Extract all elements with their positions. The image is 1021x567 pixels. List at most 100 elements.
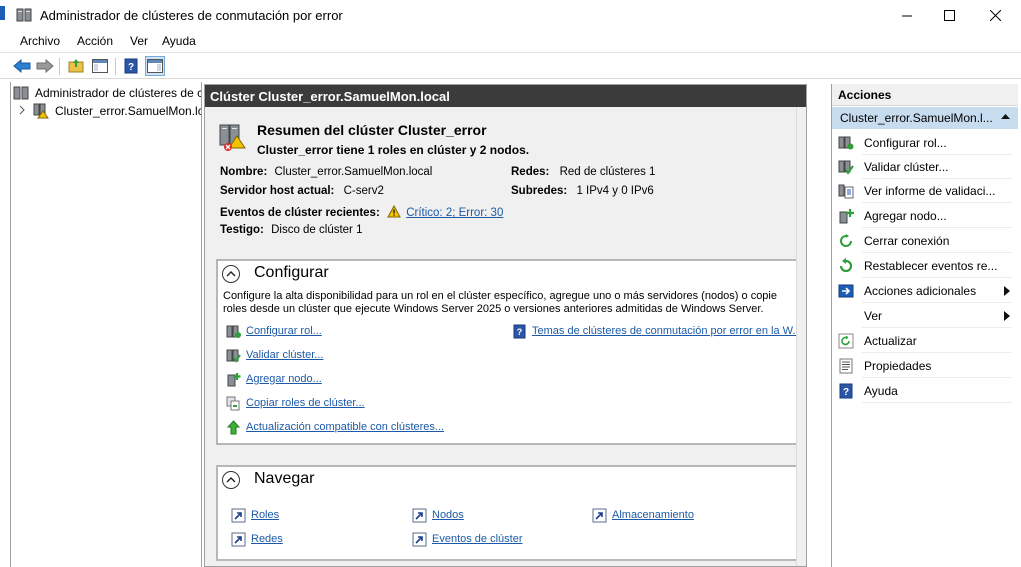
menu-ver[interactable]: Ver (130, 34, 148, 48)
back-button[interactable] (12, 56, 32, 76)
configure-description: Configure la alta disponibilidad para un… (223, 290, 777, 315)
add-node-icon (227, 373, 241, 387)
name-label: Nombre: (220, 166, 268, 178)
forward-button[interactable] (35, 56, 55, 76)
action-view-validation-report[interactable]: Ver informe de validaci... (832, 179, 1012, 203)
host-value: C-serv2 (343, 185, 384, 197)
validate-cluster-label: Validar clúster... (246, 349, 324, 361)
subnets-label: Subredes: (511, 185, 568, 197)
svg-text:?: ? (517, 327, 523, 337)
networks-label: Redes: (511, 166, 550, 178)
chevron-up-icon (226, 477, 236, 483)
minimize-icon (901, 15, 912, 17)
console-tree-icon (92, 59, 108, 73)
networks-value: Red de clústeres 1 (559, 166, 656, 178)
action-refresh[interactable]: Actualizar (832, 329, 1012, 353)
warning-icon (387, 204, 401, 218)
tree-item-cluster[interactable]: Cluster_error.SamuelMon.lc (17, 102, 202, 120)
tree-item-root[interactable]: Administrador de clústeres de c (13, 84, 201, 102)
action-label: Acciones adicionales (864, 284, 977, 298)
action-label: Propiedades (864, 359, 932, 373)
action-view[interactable]: Ver (832, 304, 1012, 328)
svg-text:?: ? (128, 62, 134, 73)
navigate-title: Navegar (254, 470, 315, 487)
vertical-scrollbar[interactable] (796, 107, 806, 566)
configure-role-icon (226, 325, 241, 338)
show-hide-tree-button[interactable] (90, 56, 110, 76)
events-link[interactable]: Crítico: 2; Error: 30 (406, 207, 503, 219)
action-help[interactable]: ? Ayuda (832, 379, 1012, 403)
menu-ayuda[interactable]: Ayuda (162, 34, 196, 48)
back-arrow-icon (13, 59, 31, 73)
action-label: Ver (864, 309, 883, 323)
action-configure-role[interactable]: Configurar rol... (832, 131, 1012, 155)
collapse-configure-button[interactable] (222, 265, 240, 283)
submenu-arrow-icon (1004, 286, 1010, 296)
action-add-node[interactable]: Agregar nodo... (832, 204, 1012, 228)
expand-chevron-icon[interactable] (17, 105, 27, 115)
taskbar-edge (0, 6, 5, 20)
action-label: Restablecer eventos re... (864, 259, 998, 273)
witness-value: Disco de clúster 1 (271, 224, 363, 236)
help-book-icon: ? (513, 324, 526, 339)
actions-header: Acciones (832, 84, 1018, 106)
action-more-actions[interactable]: Acciones adicionales (832, 279, 1012, 303)
action-label: Actualizar (864, 334, 917, 348)
action-pane-icon (147, 59, 163, 73)
copy-roles-label: Copiar roles de clúster... (246, 397, 365, 409)
actions-section-header[interactable]: Cluster_error.SamuelMon.l... (832, 107, 1018, 129)
action-label: Validar clúster... (864, 160, 949, 174)
networks-link-label: Redes (251, 533, 283, 545)
failover-topics-label: Temas de clústeres de conmutación por er… (532, 325, 802, 337)
menu-archivo[interactable]: Archivo (20, 34, 60, 48)
copy-roles-icon (226, 396, 240, 411)
action-label: Cerrar conexión (864, 234, 950, 248)
cluster-update-icon (226, 420, 241, 435)
properties-icon (839, 358, 853, 374)
events-label: Eventos de clúster recientes: (220, 207, 380, 219)
host-row: Servidor host actual: C-serv2 (220, 185, 384, 197)
menu-bar: Archivo Acción Ver Ayuda (0, 31, 1021, 52)
up-folder-button[interactable] (66, 56, 86, 76)
tree-cluster-label: Cluster_error.SamuelMon.lc (55, 104, 202, 118)
action-label: Agregar nodo... (864, 209, 947, 223)
toolbar: ? (0, 52, 1021, 79)
menu-accion[interactable]: Acción (77, 34, 113, 48)
cluster-events-label: Eventos de clúster (432, 533, 523, 545)
configure-role-icon (838, 136, 854, 150)
toolbar-separator (59, 58, 60, 75)
center-pane: Clúster Cluster_error.SamuelMon.local Re… (204, 84, 807, 567)
action-close-connection[interactable]: Cerrar conexión (832, 229, 1012, 253)
summary-title: Resumen del clúster Cluster_error (257, 122, 487, 138)
window-title: Administrador de clústeres de conmutació… (40, 8, 343, 23)
action-properties[interactable]: Propiedades (832, 354, 1012, 378)
actions-pane: Acciones Cluster_error.SamuelMon.l... Co… (831, 84, 1018, 567)
help-book-icon: ? (839, 383, 853, 399)
validate-cluster-icon (226, 349, 241, 363)
configure-role-label: Configurar rol... (246, 325, 322, 337)
shortcut-arrow-icon (231, 532, 246, 547)
folder-up-icon (68, 59, 84, 73)
action-reset-events[interactable]: Restablecer eventos re... (832, 254, 1012, 278)
shortcut-arrow-icon (412, 508, 427, 523)
add-node-icon (839, 209, 854, 224)
cluster-warning-icon (33, 103, 49, 119)
add-node-label: Agregar nodo... (246, 373, 322, 385)
name-value: Cluster_error.SamuelMon.local (274, 166, 433, 178)
minimize-button[interactable] (884, 0, 930, 31)
console-tree: Administrador de clústeres de c Cluster_… (10, 82, 202, 567)
close-button[interactable] (972, 0, 1018, 31)
collapse-navigate-button[interactable] (222, 471, 240, 489)
action-validate-cluster[interactable]: Validar clúster... (832, 155, 1012, 179)
cluster-manager-icon (13, 86, 29, 100)
more-actions-icon (838, 284, 854, 298)
show-hide-actions-button[interactable] (145, 56, 165, 76)
forward-arrow-icon (36, 59, 54, 73)
summary-subtitle: Cluster_error tiene 1 roles en clúster y… (257, 143, 530, 157)
reset-events-icon (839, 258, 853, 273)
help-button[interactable]: ? (121, 56, 141, 76)
close-icon (989, 10, 1001, 21)
witness-row: Testigo: Disco de clúster 1 (220, 224, 362, 236)
title-bar: Administrador de clústeres de conmutació… (0, 0, 1021, 31)
maximize-button[interactable] (926, 0, 972, 31)
